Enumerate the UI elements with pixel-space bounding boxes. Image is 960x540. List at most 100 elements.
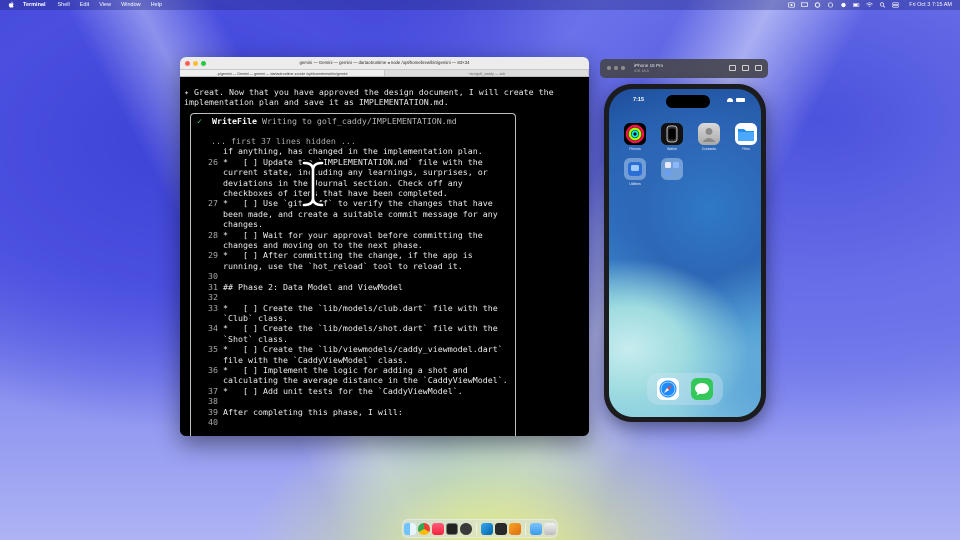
app-label: Fitness — [629, 147, 641, 151]
simulator-close-button[interactable] — [607, 66, 611, 70]
line-text: changes and moving on to the next phase. — [223, 240, 423, 251]
menu-edit[interactable]: Edit — [80, 0, 89, 10]
code-line: 28 * [ ] Wait for your approval before co… — [191, 230, 515, 240]
line-number: 38 — [208, 396, 218, 407]
menu-help[interactable]: Help — [151, 0, 162, 10]
zoom-button[interactable] — [201, 60, 206, 66]
battery-icon[interactable] — [853, 2, 860, 8]
cloud-sync-icon[interactable] — [827, 2, 834, 8]
line-text: been made, and create a suitable commit … — [223, 208, 498, 219]
line-text: * [ ] Use `git diff` to verify the chang… — [223, 198, 493, 209]
menu-window[interactable]: Window — [121, 0, 141, 10]
display-icon[interactable] — [801, 2, 809, 8]
home-button-icon[interactable] — [729, 65, 736, 71]
line-number — [191, 209, 223, 219]
safari-icon[interactable] — [657, 378, 679, 400]
assistant-message: ✦ Great. Now that you have approved the … — [184, 87, 554, 108]
messages-icon[interactable] — [691, 378, 713, 400]
app-label — [659, 182, 685, 187]
finder-icon[interactable] — [404, 522, 416, 535]
check-icon: ✓ — [197, 116, 202, 126]
close-button[interactable] — [185, 60, 190, 66]
menu-extra-icon[interactable] — [840, 2, 847, 8]
screen-record-icon[interactable] — [788, 2, 796, 8]
line-number — [191, 355, 223, 365]
text-cursor-icon — [301, 160, 325, 208]
simulator-icon[interactable] — [495, 522, 507, 535]
folder-icon[interactable] — [530, 522, 542, 535]
app-label: Files — [742, 147, 750, 151]
code-line: file with the `CaddyViewModel` class. — [191, 355, 515, 365]
trash-icon[interactable] — [544, 522, 556, 535]
line-text: After completing this phase, I will: — [223, 406, 403, 417]
vscode-icon[interactable] — [481, 522, 493, 535]
rotate-icon[interactable] — [755, 65, 762, 71]
chrome-icon[interactable] — [418, 522, 430, 535]
app-folder-icon — [661, 158, 683, 180]
dock-separator — [476, 522, 477, 535]
terminal-icon[interactable] — [446, 522, 458, 535]
line-number — [191, 240, 223, 250]
line-text: file with the `CaddyViewModel` class. — [223, 354, 408, 365]
code-line: 27 * [ ] Use `git diff` to verify the cha… — [191, 198, 515, 208]
code-lines: if anything, has changed in the implemen… — [191, 146, 515, 427]
line-text: * [ ] Implement the logic for adding a s… — [223, 364, 468, 375]
search-icon[interactable] — [879, 2, 886, 8]
code-line: 32 — [191, 292, 515, 302]
iphone-dock — [647, 373, 723, 405]
app-utilities-folder[interactable]: Utilities — [622, 158, 648, 187]
line-number: 34 — [208, 323, 218, 334]
terminal-output[interactable]: ✦ Great. Now that you have approved the … — [180, 77, 589, 436]
line-text: ## Phase 2: Data Model and ViewModel — [223, 281, 403, 292]
xcode-icon[interactable] — [509, 522, 521, 535]
code-line: 38 — [191, 396, 515, 406]
battery-icon — [736, 98, 745, 102]
code-line: 39 After completing this phase, I will: — [191, 407, 515, 417]
simulator-minimize-button[interactable] — [614, 66, 618, 70]
line-number: 30 — [208, 271, 218, 282]
window-controls — [185, 60, 206, 66]
music-icon[interactable] — [432, 522, 444, 535]
hidden-lines-note: ... first 37 lines hidden ... — [211, 136, 356, 146]
tab-gemini[interactable]: ..p/gemini — Gemini — gemini — dartaotru… — [180, 70, 385, 76]
simulator-device-info: iPhone 16 Pro iOS 18.5 — [634, 63, 663, 74]
app-watch[interactable]: Watch — [659, 123, 685, 152]
github-icon[interactable] — [460, 522, 472, 535]
control-center-icon[interactable] — [892, 2, 900, 8]
apple-menu-icon[interactable] — [8, 1, 15, 9]
terminal-titlebar[interactable]: gemini — Gemini — gemini — dartaotruntim… — [180, 57, 589, 69]
menu-shell[interactable]: Shell — [58, 0, 70, 10]
line-number — [191, 261, 223, 271]
line-number: 32 — [208, 292, 218, 303]
simulator-titlebar[interactable]: iPhone 16 Pro iOS 18.5 — [600, 59, 768, 78]
app-fitness[interactable]: Fitness — [622, 123, 648, 152]
app-folder[interactable] — [659, 158, 685, 187]
minimize-button[interactable] — [193, 60, 198, 66]
menu-app-name[interactable]: Terminal — [23, 0, 46, 10]
wifi-icon[interactable] — [866, 2, 873, 8]
code-line: been made, and create a suitable commit … — [191, 209, 515, 219]
line-number: 39 — [208, 406, 218, 417]
macos-dock — [402, 519, 558, 538]
menu-view[interactable]: View — [99, 0, 111, 10]
simulator-zoom-button[interactable] — [621, 66, 625, 70]
status-time: 7:15 — [633, 97, 645, 103]
app-files[interactable]: Files — [733, 123, 759, 152]
screenshot-icon[interactable] — [742, 65, 749, 71]
menu-clock[interactable]: Fri Oct 3 7:15 AM — [909, 0, 952, 10]
line-number — [191, 313, 223, 323]
line-number — [191, 167, 223, 177]
line-text: current state, including any learnings, … — [223, 167, 488, 178]
tool-header: ✓ WriteFile Writing to golf_caddy/IMPLEM… — [197, 116, 457, 126]
tab-zsh[interactable]: ~/src/golf_caddy — zsh — [385, 70, 589, 76]
google-icon[interactable] — [814, 2, 821, 8]
app-contacts[interactable]: Contacts — [696, 123, 722, 152]
line-number: 40 — [208, 416, 218, 427]
line-text: * [ ] Create the `lib/models/shot.dart` … — [223, 323, 498, 334]
tool-name: WriteFile — [212, 116, 257, 126]
line-text: * [ ] Update the `IMPLEMENTATION.md` fil… — [223, 156, 483, 167]
iphone-home-screen[interactable]: 7:15 Fitness Watch Contacts Files Utilit… — [609, 89, 761, 417]
line-number — [191, 188, 223, 198]
line-number — [191, 375, 223, 385]
line-number — [191, 334, 223, 344]
